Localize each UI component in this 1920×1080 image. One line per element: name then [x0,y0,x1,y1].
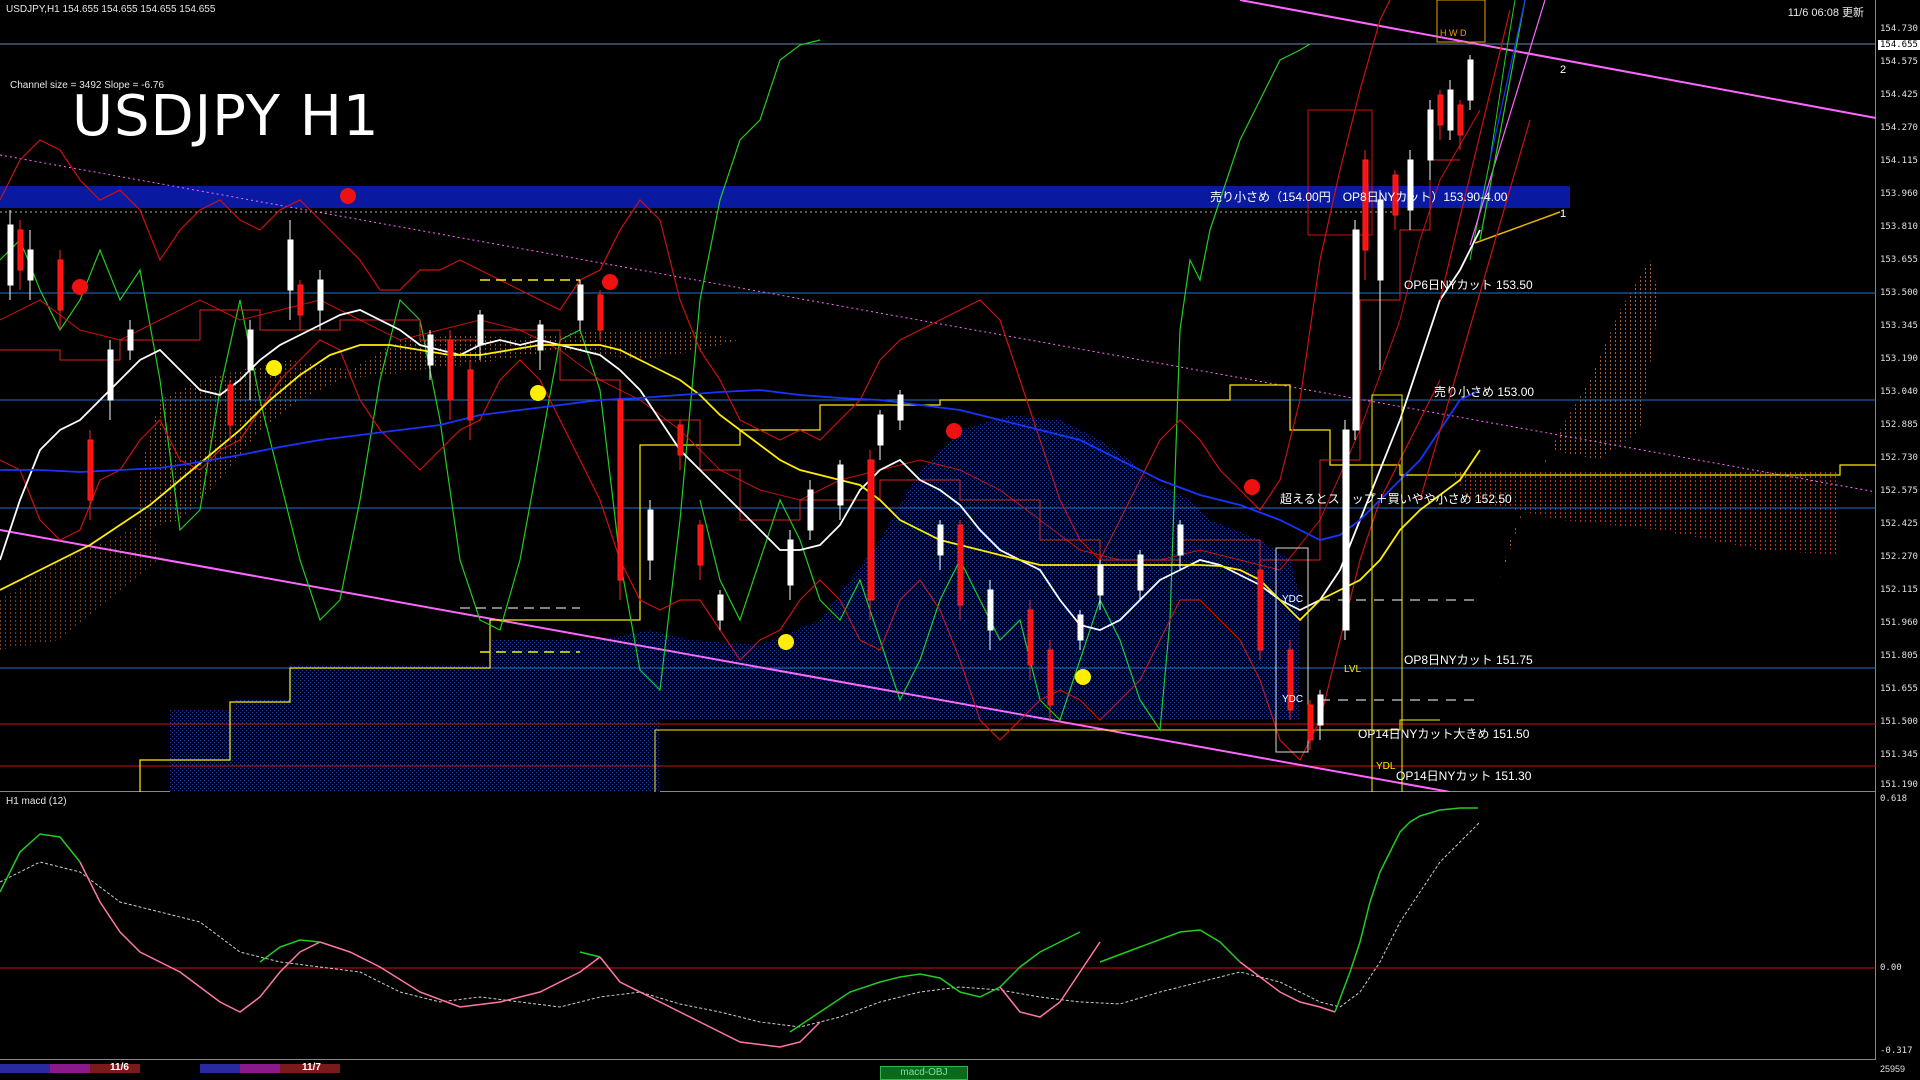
channel-upper [1239,0,1876,119]
label-ydl: YDL [1376,761,1396,772]
annotation-op6: OP6日NYカット 153.50 [1404,278,1533,292]
session-bar [200,1064,240,1073]
macd-main-pink [79,861,321,1013]
label-ydc-low: YDC [1282,694,1304,705]
current-price-tag: 154.655 [1878,40,1920,50]
price-tick: 154.115 [1880,156,1918,166]
price-tick: 154.425 [1880,90,1918,100]
label-ydc-top: YDC [1282,594,1304,605]
price-tick: 151.345 [1880,750,1918,760]
price-tick: 153.190 [1880,354,1918,364]
session-bar [50,1064,90,1073]
macd-axis-zero: 0.00 [1880,963,1902,973]
macd-main-green [0,833,81,893]
annotation-op14-big: OP14日NYカット大きめ 151.50 [1358,727,1530,741]
annotation-op14: OP14日NYカット 151.30 [1396,769,1532,783]
price-tick: 151.805 [1880,651,1918,661]
symbol-info: USDJPY,H1 154.655 154.655 154.655 154.65… [6,4,216,15]
price-tick: 153.040 [1880,387,1918,397]
session-bar [240,1064,280,1073]
macd-signal-line [0,821,1481,1028]
macd-obj-tab[interactable]: macd-OBJ [880,1066,968,1080]
price-tick: 151.190 [1880,780,1918,790]
cloud-left-edge [0,520,160,650]
price-tick: 152.270 [1880,552,1918,562]
price-tick: 151.500 [1880,717,1918,727]
price-tick: 152.575 [1880,486,1918,496]
macd-canvas[interactable] [0,792,1876,1060]
annotation-sell-band: 売り小さめ（154.00円 OP8日NYカット）153.90-4.00 [1210,190,1508,204]
price-tick: 153.345 [1880,321,1918,331]
macd-axis-top: 0.618 [1880,794,1908,804]
cloud-blue [170,415,1300,792]
label-hwd: H W D [1440,28,1467,38]
label-mark-2: 2 [1560,64,1567,76]
date-label: 11/6 [110,1062,129,1073]
price-tick: 153.655 [1880,255,1918,265]
chart-title: USDJPY H1 [72,84,380,149]
cloud-red-right [1450,470,1840,555]
cloud-orange-right [1500,260,1660,580]
price-tick: 154.730 [1880,24,1918,34]
price-tick: 152.885 [1880,420,1918,430]
update-timestamp: 11/6 06:08 更新 [1787,7,1864,19]
label-mark-1: 1 [1560,208,1567,220]
price-tick: 152.730 [1880,453,1918,463]
bottom-value: 25959 [1880,1064,1906,1074]
price-tick: 151.655 [1880,684,1918,694]
date-label: 11/7 [302,1062,321,1073]
price-tick: 153.810 [1880,222,1918,232]
price-tick: 154.270 [1880,123,1918,133]
macd-axis-bottom: -0.317 [1880,1046,1913,1056]
price-tick: 153.500 [1880,288,1918,298]
price-tick: 152.115 [1880,585,1918,595]
price-tick: 151.960 [1880,618,1918,628]
session-bar [0,1064,50,1073]
annotation-sell-small: 売り小さめ 153.00 [1434,385,1535,399]
annotation-op8: OP8日NYカット 151.75 [1404,653,1533,667]
price-tick: 153.960 [1880,189,1918,199]
annotation-stop-buy: 超えるとストップ＋買いやや小さめ 152.50 [1280,492,1512,506]
price-tick: 154.575 [1880,57,1918,67]
price-tick: 152.425 [1880,519,1918,529]
label-lvl: LVL [1344,664,1362,675]
